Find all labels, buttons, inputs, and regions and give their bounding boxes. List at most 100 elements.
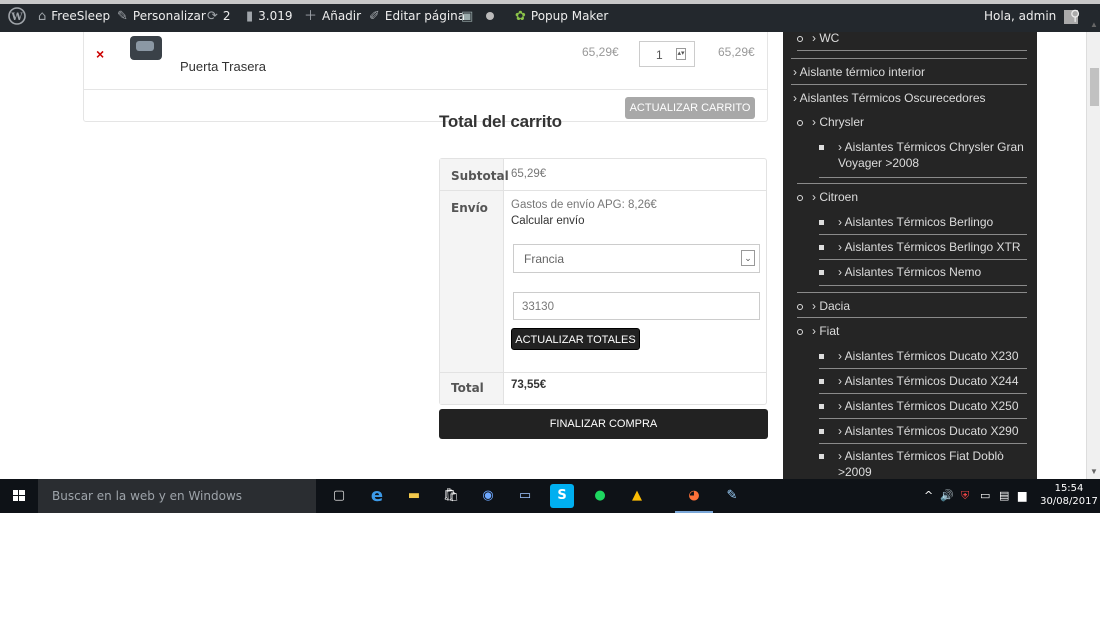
start-button[interactable] [0,479,38,513]
google-drive-icon[interactable]: ▲ [625,484,649,508]
checkout-button[interactable]: FINALIZAR COMPRA [439,409,768,439]
chevron-right-icon: › [838,349,845,363]
cart-item-row: × Puerta Trasera 65,29€ 1 ▴▾ 65,29€ [84,32,767,90]
yoast-seo-icon[interactable]: ▣ [461,0,478,32]
divider [819,443,1027,444]
task-view-icon[interactable]: ▢ [327,484,351,508]
battery-icon[interactable]: ▭ [980,479,990,513]
sidebar-item-wc[interactable]: › WC [797,32,839,45]
firefox-icon[interactable]: ◕ [682,484,706,508]
update-totals-button[interactable]: ACTUALIZAR TOTALES [511,328,640,350]
site-name-menu[interactable]: ⌂ FreeSleep [38,0,110,32]
paint-app-icon[interactable]: ✎ [720,484,744,508]
app-circle-icon[interactable]: ◉ [476,484,500,508]
total-value: 73,55€ [511,379,547,391]
comment-icon: ▮ [246,9,254,24]
file-explorer-icon[interactable]: ▬ [402,484,426,508]
page-scrollbar[interactable]: ▲ ▼ [1086,20,1100,479]
chevron-right-icon: › [838,240,845,254]
remote-desktop-icon[interactable]: ▭ [513,484,537,508]
product-name[interactable]: Puerta Trasera [180,59,266,74]
volume-icon[interactable]: 🔊 [940,479,954,513]
chevron-right-icon: › [793,65,800,79]
notifications-icon[interactable]: ▆ [1018,479,1026,513]
antivirus-icon[interactable]: ⛨ [961,479,969,513]
my-account-menu[interactable]: Hola, admin [984,0,1079,32]
stepper-arrows-icon[interactable]: ▴▾ [676,48,686,60]
sidebar-item-chrysler-gran-voyager[interactable]: › Aislantes Térmicos Chrysler Gran [819,140,1024,154]
store-icon[interactable]: 🛍 [439,484,463,508]
chevron-down-icon: ⌄ [741,250,755,266]
subtotal-value: 65,29€ [511,168,547,180]
divider [797,292,1027,293]
update-cart-button[interactable]: ACTUALIZAR CARRITO [625,97,755,119]
divider [791,84,1027,85]
plus-icon: ＋ [304,9,318,24]
country-select[interactable]: Francia ⌄ [513,244,760,273]
sidebar-item-ducato-x250[interactable]: › Aislantes Térmicos Ducato X250 [819,399,1019,413]
sidebar-item-chrysler[interactable]: › Chrysler [797,115,864,129]
divider [440,372,766,373]
sidebar-item-nemo[interactable]: › Aislantes Térmicos Nemo [819,265,981,279]
customize-link[interactable]: ✎ Personalizar [117,0,206,32]
postcode-input[interactable]: 33130 [513,292,760,320]
divider [819,368,1027,369]
sidebar-item-ducato-x230[interactable]: › Aislantes Térmicos Ducato X230 [819,349,1019,363]
chevron-right-icon: › [838,265,845,279]
product-thumbnail[interactable] [130,36,162,60]
show-hidden-icons-icon[interactable]: ^ [924,479,933,513]
spotify-icon[interactable]: ● [588,484,612,508]
sidebar-item-berlingo-xtr[interactable]: › Aislantes Térmicos Berlingo XTR [819,240,1021,254]
divider [819,393,1027,394]
sidebar-item-citroen[interactable]: › Citroen [797,190,858,204]
system-clock[interactable]: 15:54 30/08/2017 [1040,482,1098,508]
paintbrush-icon: ✎ [117,9,128,24]
sidebar-item-fiat[interactable]: › Fiat [797,324,839,338]
shipping-method: Gastos de envío APG: 8,26€ [511,199,657,211]
shipping-label: Envío [451,201,488,215]
sidebar-item-berlingo[interactable]: › Aislantes Térmicos Berlingo [819,215,993,229]
chevron-right-icon: › [838,449,845,463]
totals-label-column [440,159,504,404]
wp-admin-bar: W ⌂ FreeSleep ✎ Personalizar ⟳ 2 ▮ 3.019 ＋ Añ… [0,0,1100,32]
calculate-shipping-link[interactable]: Calcular envío [511,215,585,227]
sidebar-item-aislante-interior[interactable]: › Aislante térmico interior [793,65,925,79]
updates-link[interactable]: ⟳ 2 [207,0,231,32]
scroll-down-icon[interactable]: ▼ [1090,467,1098,476]
chevron-right-icon: › [838,399,845,413]
remove-item-icon[interactable]: × [96,46,104,62]
divider [819,234,1027,235]
divider [819,259,1027,260]
skype-icon[interactable]: S [550,484,574,508]
sidebar-item-chrysler-gran-voyager-cont[interactable]: Voyager >2008 [838,156,919,170]
pencil-icon: ✐ [369,9,380,24]
sidebar-item-dacia[interactable]: › Dacia [797,299,850,313]
sidebar-item-fiat-doblo-cont[interactable]: >2009 [838,465,872,479]
popup-maker-icon: ✿ [515,9,526,24]
empty-area [0,513,1100,618]
svg-text:W: W [10,12,23,23]
sidebar-item-ducato-x244[interactable]: › Aislantes Térmicos Ducato X244 [819,374,1019,388]
product-price: 65,29€ [582,45,619,59]
sidebar-item-ducato-x290[interactable]: › Aislantes Térmicos Ducato X290 [819,424,1019,438]
taskbar-search-input[interactable]: Buscar en la web y en Windows [38,479,316,513]
edge-browser-icon[interactable]: e [365,484,389,508]
comments-link[interactable]: ▮ 3.019 [246,0,293,32]
search-icon[interactable]: ⚲ [1070,0,1080,32]
divider [819,177,1027,178]
divider [819,418,1027,419]
popup-maker-menu[interactable]: ✿ Popup Maker [515,0,608,32]
chevron-right-icon: › [838,374,845,388]
scrollbar-thumb[interactable] [1090,68,1099,106]
wordpress-logo-icon[interactable]: W [8,0,26,32]
quantity-stepper[interactable]: 1 ▴▾ [639,41,695,67]
network-icon[interactable]: ▤ [999,479,1009,513]
new-content-menu[interactable]: ＋ Añadir [304,0,361,32]
subtotal-label: Subtotal [451,169,509,183]
scroll-up-icon[interactable]: ▲ [1090,20,1098,29]
chevron-right-icon: › [838,424,845,438]
sidebar-category-menu: › WC › Aislante térmico interior › Aisla… [783,32,1037,479]
edit-page-link[interactable]: ✐ Editar página [369,0,465,32]
sidebar-item-fiat-doblo[interactable]: › Aislantes Térmicos Fiat Doblò [819,449,1004,463]
sidebar-item-oscurecedores[interactable]: › Aislantes Térmicos Oscurecedores [793,91,986,105]
